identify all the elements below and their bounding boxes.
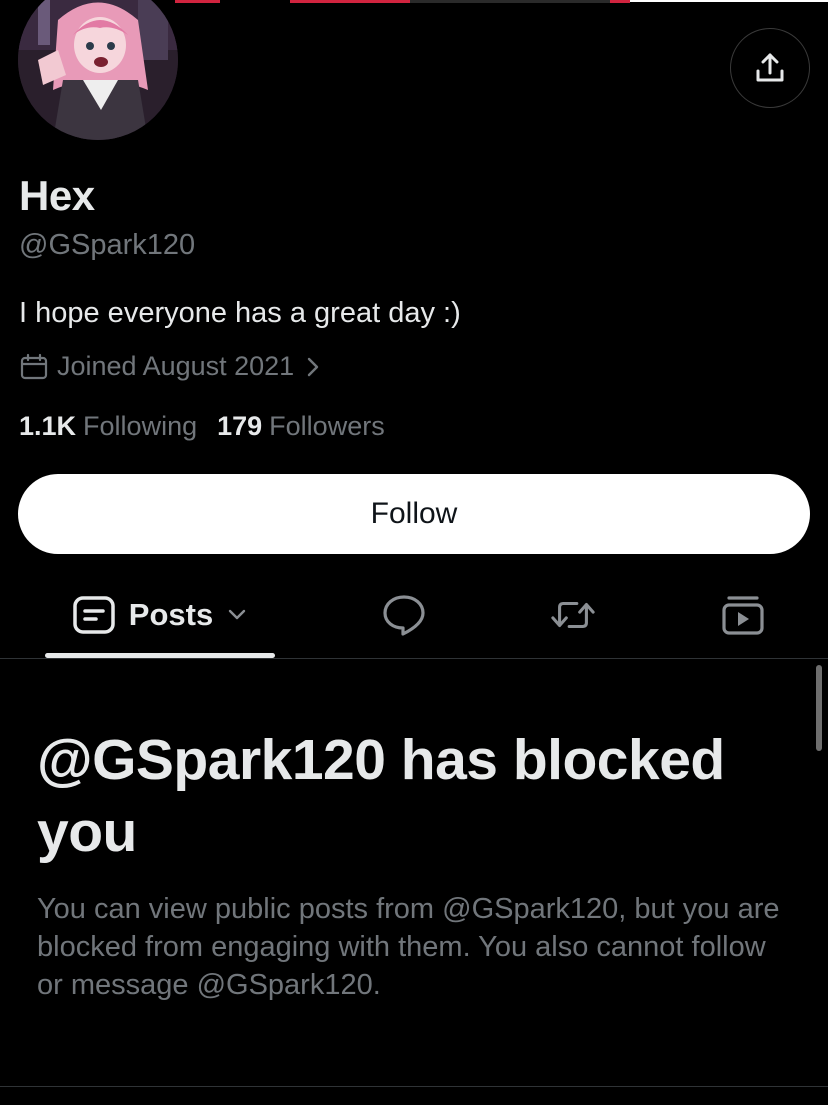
scrollbar[interactable] <box>816 665 822 751</box>
chevron-down-icon <box>229 609 246 620</box>
followers-count: 179 <box>217 411 263 441</box>
bottom-divider <box>0 1086 828 1087</box>
profile-tabs: Posts <box>0 572 828 658</box>
handle: @GSpark120 <box>19 229 196 261</box>
followers-link[interactable]: 179 Followers <box>217 411 385 442</box>
repost-icon <box>551 601 595 629</box>
media-icon <box>722 596 764 635</box>
tab-reposts[interactable] <box>550 592 596 638</box>
tab-media[interactable] <box>720 592 766 638</box>
follow-stats: 1.1K Following 179 Followers <box>19 411 385 442</box>
calendar-icon <box>20 353 48 379</box>
tab-posts-label: Posts <box>128 597 214 632</box>
share-button[interactable] <box>730 28 810 108</box>
following-link[interactable]: 1.1K Following <box>19 411 197 442</box>
bio: I hope everyone has a great day :) <box>19 297 461 329</box>
tab-replies[interactable] <box>381 592 427 638</box>
chevron-right-icon <box>308 357 319 376</box>
following-label: Following <box>83 411 198 441</box>
follow-button[interactable]: Follow <box>18 474 810 554</box>
following-count: 1.1K <box>19 411 77 441</box>
reply-bubble-icon <box>383 595 425 636</box>
tab-posts[interactable]: Posts <box>45 572 275 658</box>
blocked-description: You can view public posts from @GSpark12… <box>37 893 780 1001</box>
followers-label: Followers <box>269 411 385 441</box>
blocked-title: @GSpark120 has blocked you <box>37 728 725 864</box>
posts-icon <box>73 596 115 634</box>
tabs-divider <box>0 658 828 659</box>
joined-date[interactable]: Joined August 2021 <box>19 351 322 382</box>
share-icon <box>756 53 784 82</box>
display-name: Hex <box>19 172 95 219</box>
joined-label: Joined August 2021 <box>57 351 295 381</box>
avatar[interactable] <box>18 0 178 140</box>
